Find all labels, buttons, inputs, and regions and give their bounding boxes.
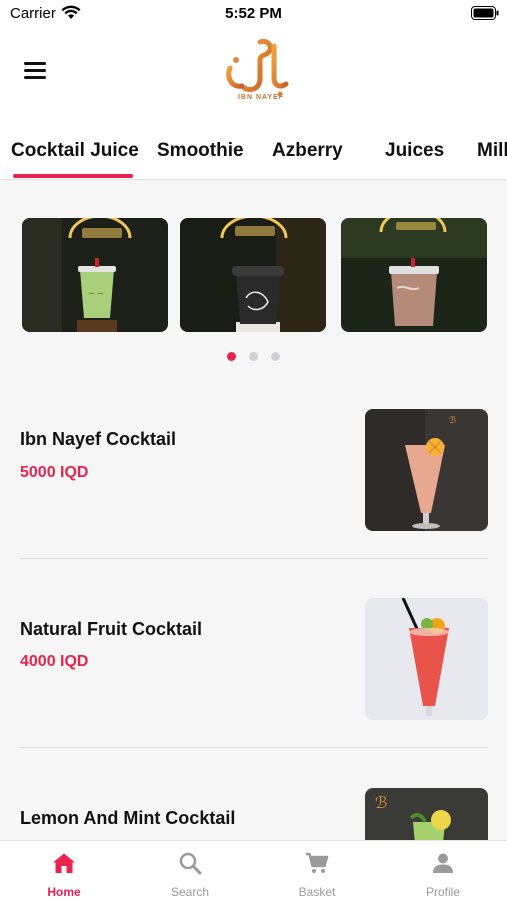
status-bar: Carrier 5:52 PM bbox=[0, 0, 507, 30]
hamburger-menu-icon[interactable] bbox=[22, 60, 48, 82]
tab-juices[interactable]: Juices bbox=[385, 140, 444, 162]
tab-milk[interactable]: Milk bbox=[477, 140, 507, 162]
active-tab-indicator bbox=[13, 174, 133, 178]
product-price: 4000 IQD bbox=[20, 653, 89, 670]
product-image: ℬ bbox=[365, 409, 488, 531]
tab-smoothie[interactable]: Smoothie bbox=[157, 140, 244, 162]
list-divider bbox=[20, 747, 488, 748]
nav-home[interactable]: Home bbox=[14, 841, 114, 900]
nav-label: Search bbox=[170, 885, 210, 899]
category-tabs: Cocktail Juice Smoothie Azberry Juices M… bbox=[0, 116, 507, 180]
app-screen: Carrier 5:52 PM IBN NAYEF Cocktail Juice… bbox=[0, 0, 507, 900]
nav-label: Profile bbox=[425, 885, 460, 899]
nav-label: Basket bbox=[298, 885, 336, 899]
product-name: Lemon And Mint Cocktail bbox=[20, 808, 236, 828]
nav-label: Home bbox=[47, 885, 81, 899]
product-item-natural-fruit-cocktail[interactable]: Natural Fruit Cocktail 4000 IQD bbox=[20, 598, 488, 722]
svg-text:ℬ: ℬ bbox=[375, 793, 388, 812]
product-name: Ibn Nayef Cocktail bbox=[20, 429, 177, 449]
bottom-navigation: Home Search Basket Profile bbox=[0, 840, 507, 900]
product-name: Natural Fruit Cocktail bbox=[20, 619, 203, 639]
status-time: 5:52 PM bbox=[225, 5, 282, 22]
cart-icon bbox=[306, 852, 329, 873]
home-icon bbox=[53, 853, 75, 873]
carousel-slide-green-drink[interactable]: ~ ~ bbox=[22, 218, 168, 332]
nav-search[interactable]: Search bbox=[140, 841, 240, 900]
list-divider bbox=[20, 558, 488, 559]
logo-caption: IBN NAYEF bbox=[237, 94, 285, 101]
carousel-dot-2[interactable] bbox=[249, 352, 258, 361]
product-price: 5000 IQD bbox=[20, 464, 89, 481]
tab-azberry[interactable]: Azberry bbox=[272, 140, 343, 162]
profile-icon bbox=[433, 853, 453, 873]
carousel-pagination bbox=[227, 352, 287, 362]
svg-text:ℬ: ℬ bbox=[449, 416, 456, 426]
battery-icon bbox=[471, 6, 499, 20]
carousel-slide-pink-drink[interactable] bbox=[341, 218, 487, 332]
product-item-ibn-nayef-cocktail[interactable]: Ibn Nayef Cocktail 5000 IQD ℬ bbox=[20, 409, 488, 533]
promo-carousel[interactable]: ~ ~ bbox=[22, 218, 488, 332]
tab-cocktail-juice[interactable]: Cocktail Juice bbox=[11, 140, 139, 162]
nav-basket[interactable]: Basket bbox=[267, 841, 367, 900]
nav-profile[interactable]: Profile bbox=[393, 841, 493, 900]
carousel-slide-black-drink[interactable] bbox=[180, 218, 326, 332]
svg-text:~ ~: ~ ~ bbox=[88, 289, 104, 298]
carousel-dot-1[interactable] bbox=[227, 352, 236, 361]
product-image bbox=[365, 598, 488, 720]
app-header: IBN NAYEF bbox=[0, 30, 507, 116]
carousel-dot-3[interactable] bbox=[271, 352, 280, 361]
search-icon bbox=[179, 852, 202, 875]
